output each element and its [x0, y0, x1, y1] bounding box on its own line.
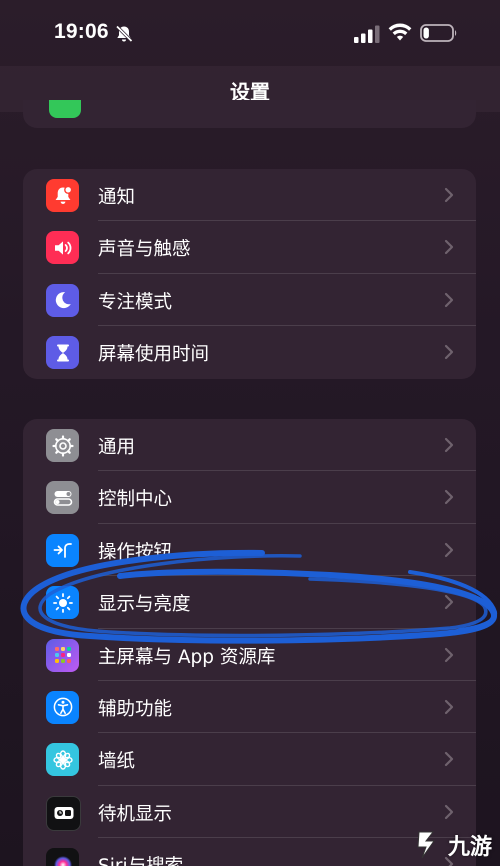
- status-time: 19:06: [54, 20, 109, 43]
- status-bar: 19:06: [0, 0, 500, 66]
- accessibility-tile: [46, 690, 79, 724]
- settings-row-label: 主屏幕与 App 资源库: [98, 646, 276, 668]
- settings-screen: 19:06 设置 通知 声音与触感 专注模式 屏幕使用时间 通用 控制中心 操作…: [0, 0, 500, 866]
- gear-icon: [51, 434, 74, 457]
- toggles-icon: [53, 490, 72, 506]
- settings-row-action-button[interactable]: 操作按钮: [23, 524, 476, 577]
- action-button-icon: [53, 543, 72, 559]
- general-tile: [46, 429, 79, 462]
- chevron-right-icon: [444, 804, 454, 819]
- speaker-icon: [54, 241, 71, 255]
- settings-row-siri-search[interactable]: Siri与搜索: [23, 838, 476, 866]
- settings-row-label: 墙纸: [98, 751, 136, 773]
- wifi-icon: [388, 23, 412, 41]
- settings-row-label: 通知: [98, 187, 136, 208]
- bell-icon: [55, 185, 72, 204]
- chevron-right-icon: [444, 542, 454, 557]
- settings-group-partial: [23, 100, 476, 128]
- settings-row-label: 通用: [98, 437, 136, 458]
- settings-group-general: 通用 控制中心 操作按钮 显示与亮度 主屏幕与 App 资源库 辅助功能 墙纸 …: [23, 419, 476, 866]
- settings-group-notifications: 通知 声音与触感 专注模式 屏幕使用时间: [23, 169, 476, 379]
- standby-tile: [46, 795, 81, 831]
- settings-row-accessibility[interactable]: 辅助功能: [23, 681, 476, 734]
- app-grid-icon: [54, 647, 71, 664]
- app-icon-partial: [49, 100, 81, 118]
- cellular-signal-icon: [354, 25, 380, 43]
- settings-row-focus[interactable]: 专注模式: [23, 274, 476, 327]
- action-button-tile: [46, 533, 79, 567]
- settings-row-screen-time[interactable]: 屏幕使用时间: [23, 326, 476, 378]
- siri-tile: [46, 848, 79, 866]
- standby-icon: [54, 807, 73, 820]
- watermark: 九游: [410, 828, 492, 862]
- settings-row-label: 控制中心: [98, 489, 173, 511]
- display-brightness-tile: [46, 586, 79, 620]
- settings-row-label: 声音与触感: [98, 239, 191, 261]
- settings-row-standby[interactable]: 待机显示: [23, 786, 476, 839]
- sun-icon: [52, 592, 73, 613]
- hourglass-icon: [56, 344, 69, 362]
- settings-row-label: 待机显示: [98, 803, 173, 825]
- settings-row-label: 显示与亮度: [98, 594, 191, 616]
- accessibility-icon: [53, 698, 72, 717]
- settings-row-general[interactable]: 通用: [23, 419, 476, 472]
- notifications-tile: [46, 179, 79, 212]
- wallpaper-tile: [46, 743, 79, 777]
- settings-row-wallpaper[interactable]: 墙纸: [23, 733, 476, 786]
- watermark-text: 九游: [447, 835, 492, 860]
- settings-row-display-brightness[interactable]: 显示与亮度: [23, 576, 476, 629]
- chevron-right-icon: [444, 647, 454, 662]
- chevron-right-icon: [444, 699, 454, 715]
- settings-row-label: 操作按钮: [98, 541, 173, 563]
- settings-row-sounds[interactable]: 声音与触感: [23, 221, 476, 274]
- watermark-logo-icon: [417, 831, 435, 859]
- settings-row-label: Siri与搜索: [98, 852, 183, 866]
- chevron-right-icon: [444, 595, 454, 610]
- home-screen-tile: [46, 638, 79, 672]
- chevron-right-icon: [444, 187, 454, 203]
- siri-icon: [53, 855, 72, 866]
- chevron-right-icon: [444, 752, 454, 767]
- sounds-tile: [46, 231, 79, 265]
- moon-icon: [55, 292, 71, 309]
- settings-row-notifications[interactable]: 通知: [23, 169, 476, 222]
- settings-row-label: 屏幕使用时间: [98, 344, 210, 366]
- settings-row-label: 辅助功能: [98, 698, 173, 720]
- settings-row-control-center[interactable]: 控制中心: [23, 471, 476, 524]
- chevron-right-icon: [444, 490, 454, 505]
- bell-slash-icon: [115, 25, 133, 43]
- control-center-tile: [46, 481, 79, 515]
- chevron-right-icon: [444, 437, 454, 453]
- battery-icon: [420, 24, 457, 42]
- screen-time-tile: [46, 336, 79, 370]
- chevron-right-icon: [444, 345, 454, 360]
- settings-row-label: 专注模式: [98, 291, 173, 313]
- flower-icon: [52, 750, 73, 770]
- settings-row-home-screen[interactable]: 主屏幕与 App 资源库: [23, 629, 476, 681]
- chevron-right-icon: [444, 240, 454, 255]
- focus-tile: [46, 283, 79, 317]
- chevron-right-icon: [444, 292, 454, 307]
